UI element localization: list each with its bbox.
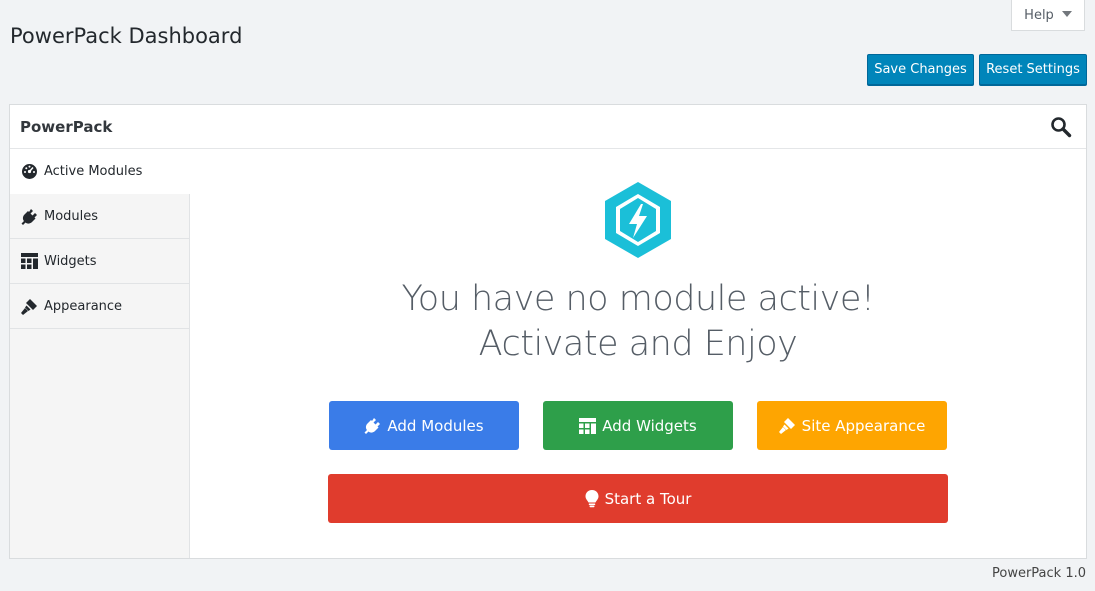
reset-settings-button[interactable]: Reset Settings <box>979 54 1087 85</box>
add-widgets-button[interactable]: Add Widgets <box>543 401 733 450</box>
help-label: Help <box>1024 7 1054 23</box>
site-appearance-button[interactable]: Site Appearance <box>757 401 947 450</box>
sidebar-item-modules[interactable]: Modules <box>10 194 189 239</box>
sidebar-item-active-modules[interactable]: Active Modules <box>10 149 191 194</box>
powerpack-panel: PowerPack Active Modules Modules Widgets… <box>9 104 1087 559</box>
headline-line-2: Activate and Enjoy <box>478 324 798 364</box>
powerpack-logo <box>602 180 674 260</box>
dashboard-icon <box>20 162 38 180</box>
panel-header: PowerPack <box>10 105 1086 149</box>
empty-state-headline: You have no module active! Activate and … <box>190 277 1086 367</box>
add-modules-label: Add Modules <box>387 416 484 435</box>
start-tour-button[interactable]: Start a Tour <box>328 474 948 523</box>
brush-icon <box>20 297 38 315</box>
plugin-icon <box>20 207 38 225</box>
page-title: PowerPack Dashboard <box>10 24 243 48</box>
sidebar-item-label: Widgets <box>44 253 97 269</box>
search-icon[interactable] <box>1050 116 1072 138</box>
brush-icon <box>778 417 796 434</box>
panel-title: PowerPack <box>20 117 113 136</box>
main-content: You have no module active! Activate and … <box>190 149 1086 558</box>
plugin-icon <box>364 417 381 434</box>
headline-line-1: You have no module active! <box>401 279 875 319</box>
add-widgets-label: Add Widgets <box>602 416 697 435</box>
version-text: PowerPack 1.0 <box>991 566 1086 581</box>
widgets-grid-icon <box>20 252 38 270</box>
sidebar-item-label: Modules <box>44 208 99 224</box>
sidebar-item-label: Active Modules <box>44 163 143 179</box>
sidebar-item-appearance[interactable]: Appearance <box>10 284 189 329</box>
help-tab-button[interactable]: Help <box>1011 0 1085 31</box>
add-modules-button[interactable]: Add Modules <box>329 401 519 450</box>
site-appearance-label: Site Appearance <box>801 416 926 435</box>
sidebar-item-widgets[interactable]: Widgets <box>10 239 189 284</box>
widgets-grid-icon <box>579 417 597 434</box>
lightbulb-icon <box>585 489 599 508</box>
start-tour-label: Start a Tour <box>604 489 692 508</box>
caret-down-icon <box>1061 11 1072 17</box>
sidebar-nav: Active Modules Modules Widgets Appearanc… <box>10 149 191 558</box>
sidebar-item-label: Appearance <box>44 298 123 314</box>
save-changes-button[interactable]: Save Changes <box>867 54 974 85</box>
